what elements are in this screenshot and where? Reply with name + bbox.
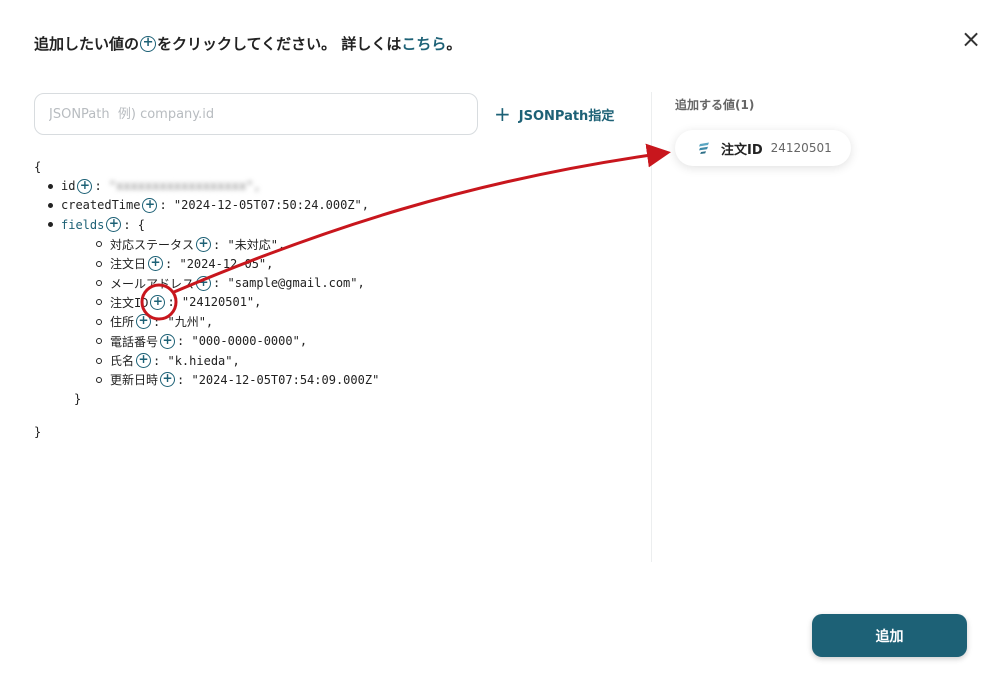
json-field-row: 注文ID + : "24120501", bbox=[34, 293, 379, 312]
add-value-button[interactable]: + bbox=[77, 178, 93, 194]
stack-icon bbox=[699, 142, 709, 154]
circle-bullet-icon bbox=[96, 299, 102, 306]
circle-bullet-icon bbox=[96, 241, 102, 248]
json-field-row: 対応ステータス + : "未対応", bbox=[34, 235, 379, 254]
json-value: : { bbox=[123, 217, 146, 232]
json-field-row: 注文日 + : "2024-12-05", bbox=[34, 254, 379, 273]
json-key: 更新日時 bbox=[110, 373, 159, 388]
json-field-row: 住所 + : "九州", bbox=[34, 312, 379, 331]
json-value: : "2024-12-05T07:50:24.000Z", bbox=[159, 198, 369, 213]
json-key: id bbox=[61, 179, 76, 194]
json-field-row: 氏名 + : "k.hieda", bbox=[34, 351, 379, 370]
json-key: 注文日 bbox=[110, 257, 147, 272]
json-fields-close: } bbox=[74, 392, 82, 407]
add-value-button[interactable]: + bbox=[148, 256, 164, 272]
add-value-button[interactable]: + bbox=[160, 372, 176, 388]
json-open-brace: { bbox=[34, 159, 42, 174]
json-value: : "000-0000-0000", bbox=[177, 334, 308, 349]
add-value-button[interactable]: + bbox=[196, 236, 212, 252]
instruction-text-2: をクリックしてください。 詳しくは bbox=[157, 35, 402, 53]
json-key: 住所 bbox=[110, 315, 135, 330]
json-key: メールアドレス bbox=[110, 276, 195, 291]
json-value: : "2024-12-05T07:54:09.000Z" bbox=[177, 372, 380, 387]
panel-divider bbox=[651, 92, 652, 562]
instruction-text-3: 。 bbox=[446, 35, 462, 53]
json-value-blurred: "xxxxxxxxxxxxxxxxxx", bbox=[108, 179, 261, 194]
jsonpath-row: + JSONPath指定 bbox=[34, 93, 634, 135]
json-key: 注文ID bbox=[110, 295, 149, 310]
json-value: : "九州", bbox=[153, 315, 214, 330]
json-key: createdTime bbox=[61, 198, 141, 213]
json-field-row: 電話番号 + : "000-0000-0000", bbox=[34, 332, 379, 351]
circle-bullet-icon bbox=[96, 318, 102, 325]
bullet-icon bbox=[48, 202, 53, 208]
json-tree: { id + : "xxxxxxxxxxxxxxxxxx", createdTi… bbox=[34, 157, 379, 441]
json-key: 対応ステータス bbox=[110, 237, 195, 252]
chip-label: 注文ID bbox=[721, 142, 763, 158]
add-value-button[interactable]: + bbox=[160, 333, 176, 349]
json-key: 電話番号 bbox=[110, 334, 159, 349]
add-button[interactable]: 追加 bbox=[812, 614, 967, 657]
add-value-button[interactable]: + bbox=[106, 217, 122, 233]
jsonpath-add-button[interactable]: + JSONPath指定 bbox=[494, 104, 614, 124]
instruction-text-1: 追加したい値の bbox=[34, 35, 140, 53]
add-value-button[interactable]: + bbox=[136, 314, 152, 330]
json-row-id: id + : "xxxxxxxxxxxxxxxxxx", bbox=[34, 176, 379, 195]
circle-bullet-icon bbox=[96, 357, 102, 364]
json-value: : "24120501", bbox=[167, 295, 262, 310]
json-row-createdtime: createdTime + : "2024-12-05T07:50:24.000… bbox=[34, 196, 379, 215]
jsonpath-input[interactable] bbox=[34, 93, 478, 135]
json-field-row: メールアドレス + : "sample@gmail.com", bbox=[34, 273, 379, 292]
plus-circle-icon: + bbox=[140, 35, 157, 52]
json-row-fields: fields + : { bbox=[34, 215, 379, 234]
add-value-button[interactable]: + bbox=[196, 275, 212, 291]
selected-value-chip[interactable]: 注文ID 24120501 bbox=[675, 130, 851, 166]
circle-bullet-icon bbox=[96, 376, 102, 383]
json-value: : "未対応", bbox=[213, 237, 286, 252]
close-icon[interactable]: × bbox=[960, 27, 982, 51]
bullet-icon bbox=[48, 183, 53, 189]
json-colon: : bbox=[94, 179, 109, 194]
circle-bullet-icon bbox=[96, 338, 102, 345]
add-value-button[interactable]: + bbox=[136, 353, 152, 369]
instruction-header: 追加したい値の + をクリックしてください。 詳しくは こちら 。 bbox=[34, 33, 461, 54]
circle-bullet-icon bbox=[96, 260, 102, 267]
add-value-button[interactable]: + bbox=[142, 197, 158, 213]
json-value: : "sample@gmail.com", bbox=[213, 276, 365, 291]
json-close-brace: } bbox=[34, 424, 42, 439]
json-key: 氏名 bbox=[110, 354, 135, 369]
json-panel: + JSONPath指定 bbox=[34, 93, 634, 135]
add-value-button[interactable]: + bbox=[150, 294, 166, 310]
circle-bullet-icon bbox=[96, 280, 102, 287]
json-value: : "k.hieda", bbox=[153, 353, 240, 368]
json-field-row: 更新日時 + : "2024-12-05T07:54:09.000Z" bbox=[34, 370, 379, 389]
plus-icon: + bbox=[494, 102, 511, 126]
jsonpath-add-label: JSONPath指定 bbox=[518, 108, 615, 124]
selected-values-title: 追加する値(1) bbox=[675, 98, 755, 112]
bullet-icon bbox=[48, 222, 53, 228]
help-link[interactable]: こちら bbox=[401, 33, 446, 54]
json-key[interactable]: fields bbox=[61, 218, 104, 232]
chip-value: 24120501 bbox=[770, 141, 832, 155]
json-value: : "2024-12-05", bbox=[165, 256, 274, 271]
